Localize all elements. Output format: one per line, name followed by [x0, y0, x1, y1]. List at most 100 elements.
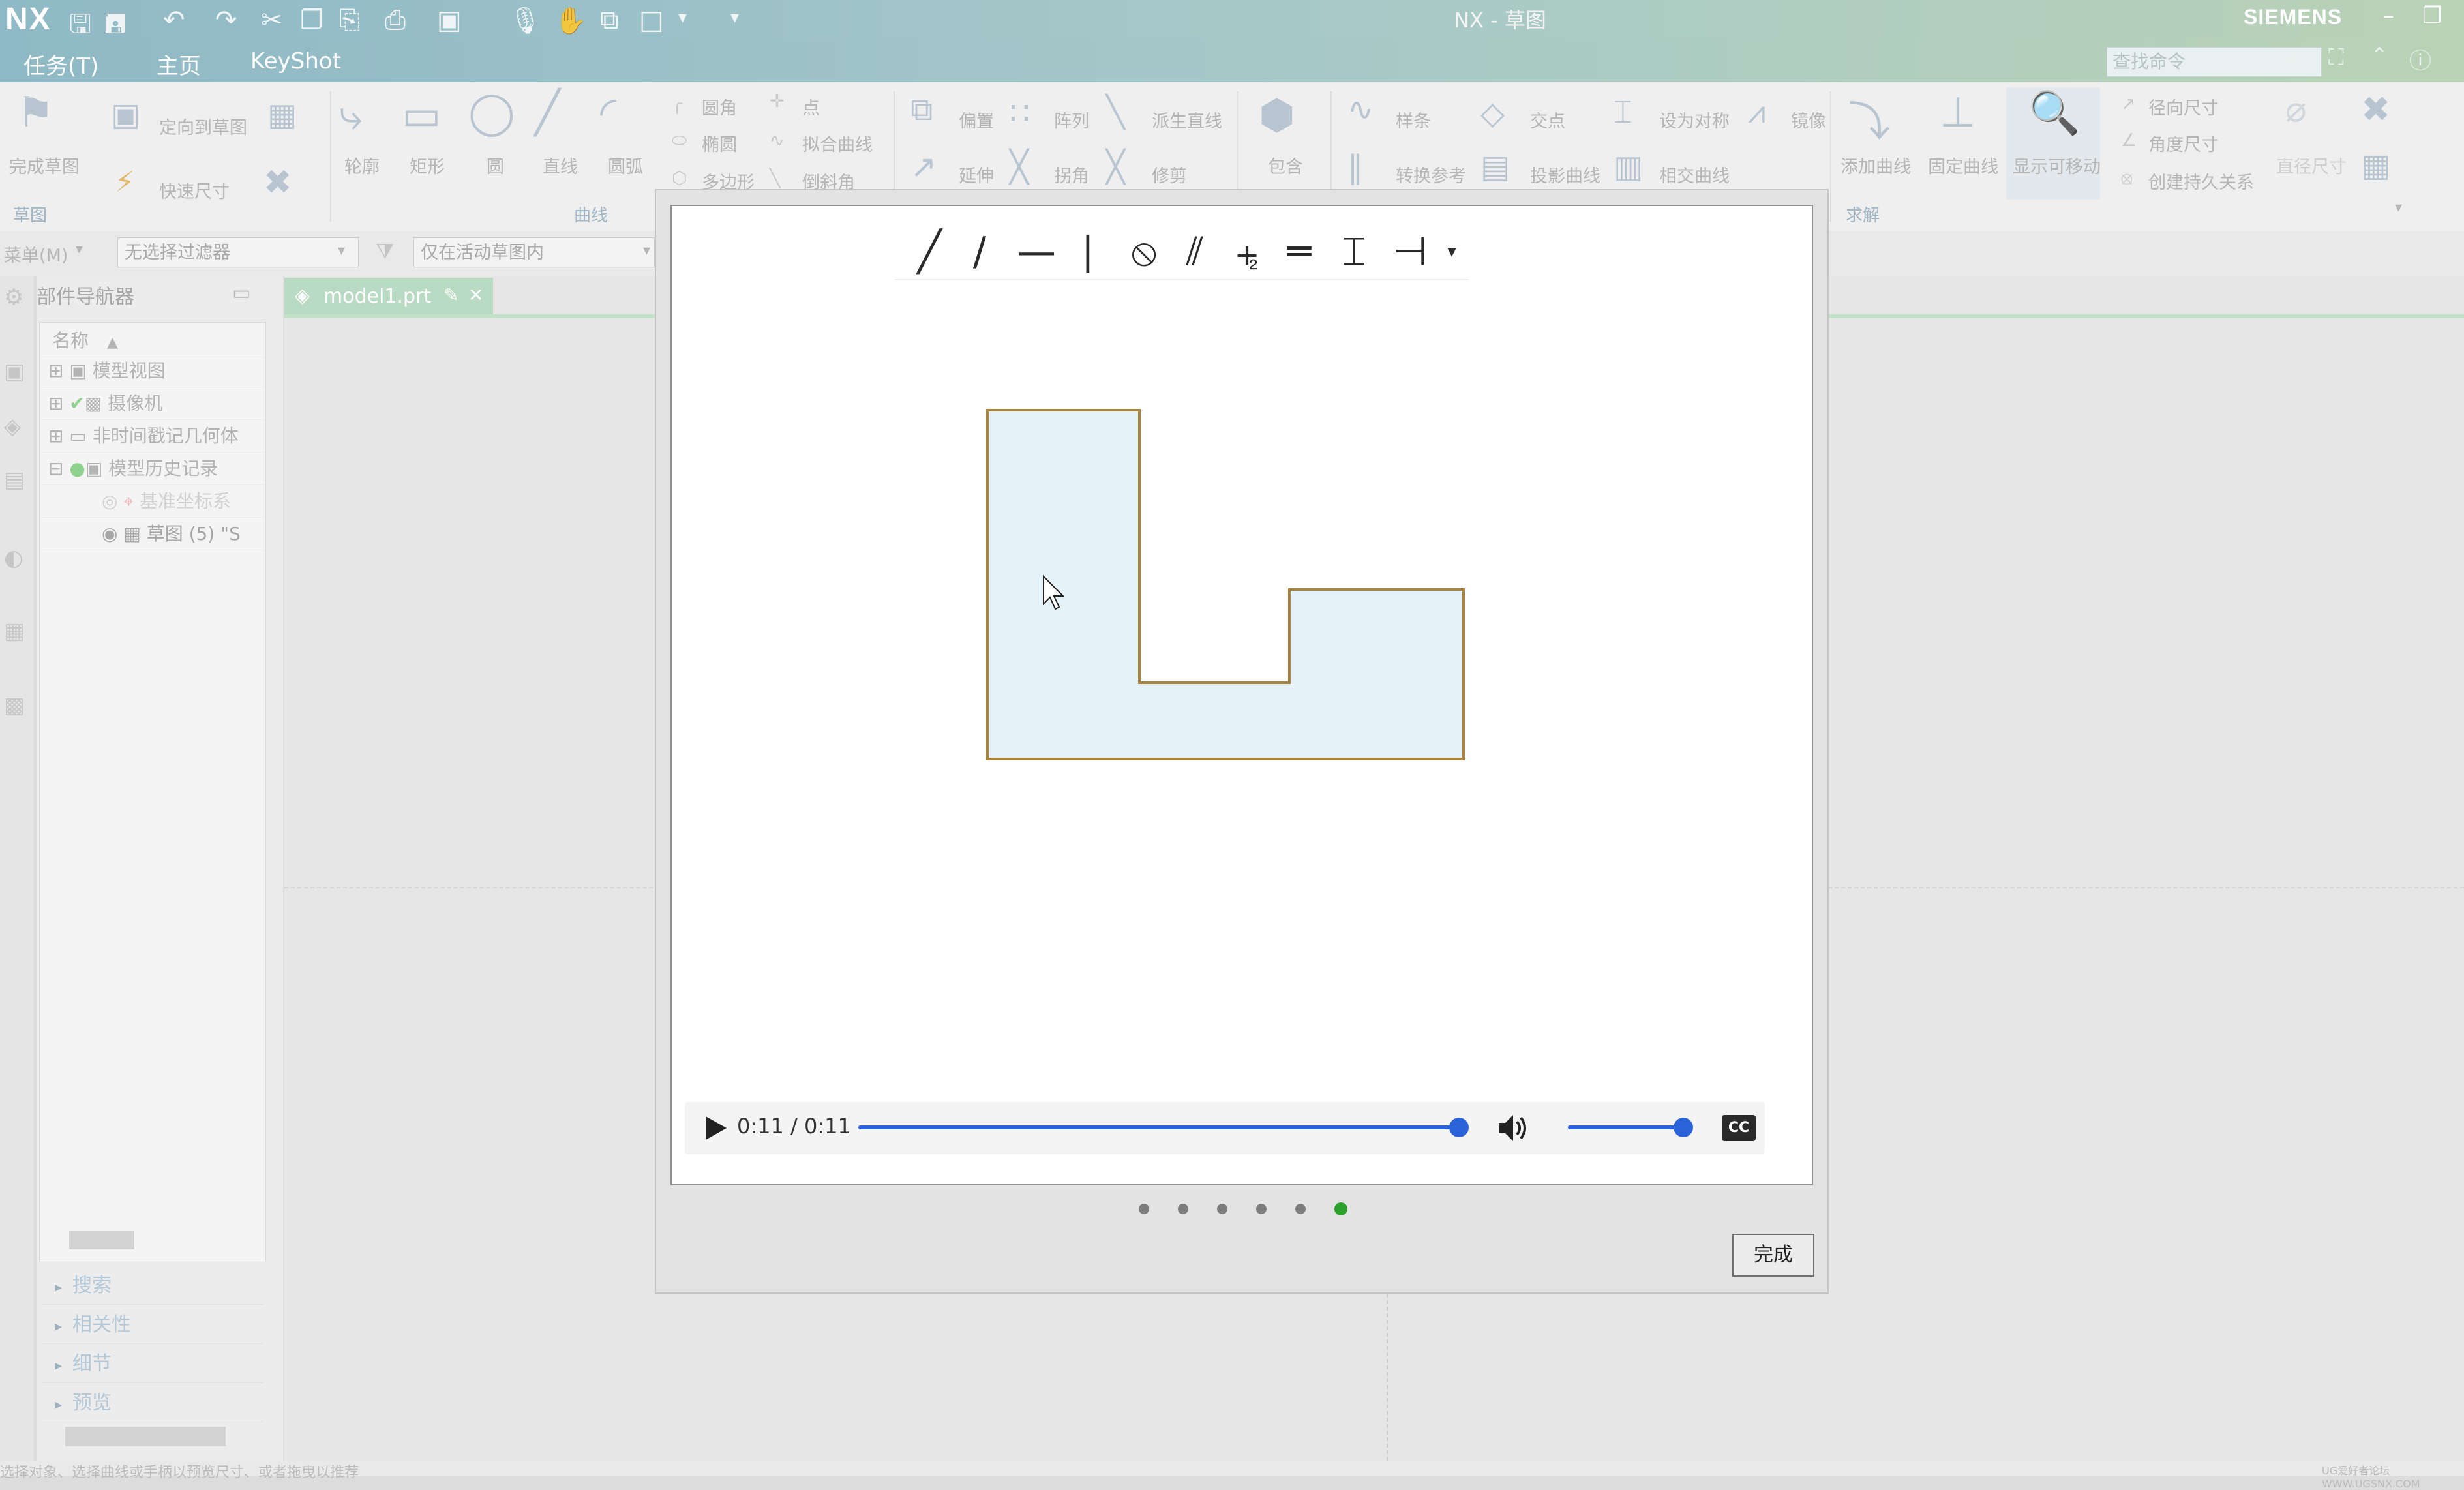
volume-icon[interactable] — [1496, 1111, 1531, 1145]
arc-button[interactable]: 圆弧 — [608, 153, 643, 178]
tree-row[interactable]: ⊞ ▣ 模型视图 — [42, 355, 263, 387]
corner-button[interactable]: 拐角 — [1054, 162, 1089, 187]
settings-icon[interactable]: ⚙ — [4, 284, 23, 310]
redo-icon[interactable]: ↷ — [215, 5, 237, 35]
expand-icon[interactable]: ⊞ — [48, 393, 63, 414]
panel-scrollbar[interactable] — [65, 1427, 226, 1446]
history-icon[interactable]: ▩ — [4, 693, 25, 719]
selection-scope-dropdown[interactable]: 仅在活动草图内 — [413, 237, 655, 267]
trim-button[interactable]: 修剪 — [1152, 162, 1187, 187]
paste-icon[interactable]: ⎘ — [339, 5, 360, 35]
menu-button[interactable]: 菜单(M) — [4, 241, 68, 267]
expand-icon[interactable]: ⊞ — [48, 425, 63, 447]
assembly-navigator-icon[interactable]: ▣ — [4, 359, 25, 385]
tree-row[interactable]: ⊞ ✔▩ 摄像机 — [42, 387, 263, 420]
radial-dimension-button[interactable]: 径向尺寸 — [2148, 94, 2219, 119]
close-tab-icon[interactable]: ✕ — [468, 284, 483, 306]
pattern-button[interactable]: 阵列 — [1054, 107, 1089, 132]
auto-dimension-icon[interactable]: ▦ — [2361, 147, 2390, 184]
create-persistent-relation-button[interactable]: 创建持久关系 — [2148, 168, 2254, 194]
filter-icon[interactable]: ⧩ — [376, 239, 395, 264]
window-switch-icon[interactable]: ⧉ — [600, 5, 619, 35]
restore-icon[interactable]: ❐ — [2422, 3, 2442, 29]
pagination-dot[interactable] — [1178, 1204, 1188, 1214]
reuse-library-icon[interactable]: ◐ — [4, 545, 23, 571]
reattach-icon[interactable]: ▦ — [267, 97, 297, 133]
render-icon[interactable]: ▣ — [437, 5, 462, 35]
seek-handle[interactable] — [1449, 1118, 1469, 1137]
show-movable-button[interactable]: 显示可移动 — [2013, 153, 2101, 178]
navigator-maximize-icon[interactable]: ▭ — [232, 282, 250, 305]
section-dependencies[interactable]: ▸ 相关性 — [42, 1307, 263, 1344]
seek-bar[interactable] — [858, 1125, 1461, 1129]
visible-eye-icon[interactable]: ◉ — [102, 523, 117, 544]
quick-access-dropdown-icon[interactable]: ▾ — [730, 8, 739, 27]
play-button[interactable] — [702, 1112, 730, 1144]
touch-mode-icon[interactable]: ✋ — [554, 5, 587, 36]
mirror-button[interactable]: 镜像 — [1791, 107, 1826, 132]
pagination-dot[interactable] — [1139, 1204, 1149, 1214]
section-details[interactable]: ▸ 细节 — [42, 1346, 263, 1383]
cut-icon[interactable]: ✂ — [261, 5, 283, 35]
selection-filter-dropdown[interactable]: 无选择过滤器 — [117, 237, 359, 267]
fit-curve-button[interactable]: 拟合曲线 — [802, 130, 873, 156]
captions-button[interactable]: CC — [1722, 1115, 1756, 1141]
search-icon[interactable]: ⌕ — [2287, 46, 2299, 72]
delete-constraint-icon[interactable]: ✖ — [263, 163, 292, 202]
tab-tasks[interactable]: 任务(T) — [23, 48, 98, 80]
make-symmetric-button[interactable]: 设为对称 — [1659, 107, 1730, 132]
orient-to-sketch-button[interactable]: 定向到草图 — [159, 113, 247, 139]
pagination-dot[interactable] — [1295, 1204, 1306, 1214]
section-search[interactable]: ▸ 搜索 — [42, 1268, 263, 1305]
tree-row[interactable]: ◎ ⌖ 基准坐标系 — [42, 485, 263, 518]
volume-slider[interactable] — [1568, 1125, 1683, 1129]
tab-keyshot[interactable]: KeyShot — [250, 48, 341, 74]
window-dropdown-icon[interactable]: ▾ — [678, 8, 687, 27]
offset-button[interactable]: 偏置 — [959, 107, 994, 132]
include-button[interactable]: 包含 — [1268, 153, 1303, 178]
fix-curve-button[interactable]: 固定曲线 — [1928, 153, 1998, 178]
hidden-eye-icon[interactable]: ◎ — [102, 490, 117, 512]
menu-dropdown-icon[interactable]: ▾ — [76, 241, 83, 258]
done-button[interactable]: 完成 — [1732, 1234, 1814, 1277]
collapse-ribbon-icon[interactable]: ⌃ — [2370, 43, 2389, 69]
tree-row[interactable]: ◉ ▦ 草图 (5) "S — [42, 518, 263, 550]
pagination-dot[interactable] — [1256, 1204, 1267, 1214]
tab-home[interactable]: 主页 — [157, 48, 201, 80]
ribbon-options-icon[interactable]: ▾ — [2395, 200, 2402, 216]
add-curve-button[interactable]: 添加曲线 — [1840, 153, 1911, 178]
relation-browser-icon[interactable]: ✖ — [2361, 89, 2390, 130]
project-curve-button[interactable]: 投影曲线 — [1530, 162, 1600, 187]
navigator-column-header[interactable]: 名称 ▲ — [42, 325, 263, 357]
document-tab[interactable]: model1.prt — [284, 278, 493, 316]
navigator-scrollbar[interactable] — [69, 1231, 134, 1249]
tree-row[interactable]: ⊟ ●▣ 模型历史记录 — [42, 453, 263, 485]
quick-dimension-button[interactable]: 快速尺寸 — [159, 177, 230, 203]
point-button[interactable]: 点 — [802, 94, 820, 119]
pagination-dot[interactable] — [1217, 1204, 1227, 1214]
pagination-dot[interactable] — [1334, 1202, 1347, 1215]
window-menu-icon[interactable]: □ — [639, 5, 664, 35]
fullscreen-icon[interactable]: ⛶ — [2328, 44, 2344, 70]
extend-button[interactable]: 延伸 — [959, 162, 994, 187]
profile-button[interactable]: 轮廓 — [344, 153, 380, 178]
circle-button[interactable]: 圆 — [487, 153, 504, 178]
undo-icon[interactable]: ↶ — [163, 5, 185, 35]
part-navigator-icon[interactable]: ▤ — [4, 467, 25, 493]
spline-button[interactable]: 样条 — [1396, 107, 1431, 132]
expand-icon[interactable]: ⊞ — [48, 360, 63, 381]
finish-sketch-button[interactable]: 完成草图 — [9, 153, 80, 178]
ellipse-button[interactable]: 椭圆 — [702, 130, 737, 156]
microphone-icon[interactable]: 🎙 — [509, 5, 542, 36]
section-preview[interactable]: ▸ 预览 — [42, 1385, 263, 1422]
angular-dimension-button[interactable]: 角度尺寸 — [2148, 130, 2219, 156]
minimize-icon[interactable]: – — [2383, 3, 2394, 29]
derived-line-button[interactable]: 派生直线 — [1152, 107, 1222, 132]
intersection-point-button[interactable]: 交点 — [1530, 107, 1565, 132]
tree-row[interactable]: ⊞ ▭ 非时间戳记几何体 — [42, 420, 263, 453]
diameter-dimension-button[interactable]: 直径尺寸 — [2276, 153, 2347, 178]
collapse-icon[interactable]: ⊟ — [48, 458, 63, 479]
copy-icon[interactable]: ❐ — [300, 5, 323, 35]
fillet-button[interactable]: 圆角 — [702, 94, 737, 119]
intersection-curve-button[interactable]: 相交曲线 — [1659, 162, 1730, 187]
